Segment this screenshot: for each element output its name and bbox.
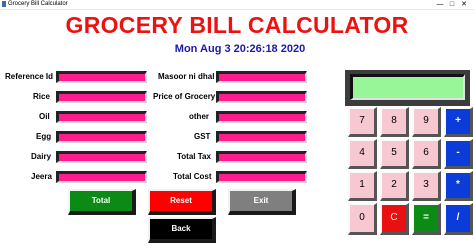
dairy-field[interactable] [56,151,147,163]
app-icon [2,1,6,7]
calculator-display[interactable] [350,74,465,100]
key-plus[interactable]: + [444,107,473,137]
key-9[interactable]: 9 [412,107,441,137]
key-minus[interactable]: - [444,139,473,169]
maximize-icon[interactable]: □ [446,0,458,9]
total-button[interactable]: Total [68,189,136,215]
masoor-dhal-field[interactable] [216,71,307,83]
window-title: Grocery Bill Calculator [8,1,68,7]
jeera-label: Jeera [31,172,52,181]
egg-field[interactable] [56,131,147,143]
price-of-grocery-label: Price of Grocery [153,92,216,101]
reset-button[interactable]: Reset [148,189,216,215]
key-8[interactable]: 8 [380,107,409,137]
back-button[interactable]: Back [148,217,216,243]
dairy-label: Dairy [31,152,52,161]
key-7[interactable]: 7 [348,107,377,137]
other-field[interactable] [216,111,307,123]
key-5[interactable]: 5 [380,139,409,169]
key-2[interactable]: 2 [380,171,409,201]
rice-label: Rice [33,92,50,101]
datetime-label: Mon Aug 3 20:26:18 2020 [174,43,306,55]
rice-field[interactable] [56,91,147,103]
key-clear[interactable]: C [380,203,409,235]
window-controls: — □ ✕ [434,0,470,9]
total-tax-label: Total Tax [177,152,211,161]
key-multiply[interactable]: * [444,171,473,201]
masoor-dhal-label: Masoor ni dhal [158,72,215,81]
key-divide[interactable]: / [444,203,473,235]
gst-label: GST [194,132,211,141]
oil-label: Oil [39,112,50,121]
other-label: other [189,112,209,121]
exit-button[interactable]: Exit [228,189,296,215]
jeera-field[interactable] [56,171,147,183]
oil-field[interactable] [56,111,147,123]
reference-id-field[interactable] [56,71,147,83]
page-title: GROCERY BILL CALCULATOR [65,12,409,38]
key-1[interactable]: 1 [348,171,377,201]
close-icon[interactable]: ✕ [458,0,470,9]
egg-label: Egg [36,132,52,141]
total-cost-field[interactable] [216,171,307,183]
total-cost-label: Total Cost [173,172,212,181]
window-titlebar: Grocery Bill Calculator — □ ✕ [0,0,474,10]
price-of-grocery-field[interactable] [216,91,307,103]
key-3[interactable]: 3 [412,171,441,201]
gst-field[interactable] [216,131,307,143]
key-0[interactable]: 0 [348,203,377,235]
minimize-icon[interactable]: — [434,0,446,9]
key-6[interactable]: 6 [412,139,441,169]
reference-id-label: Reference Id [5,72,54,81]
total-tax-field[interactable] [216,151,307,163]
key-equals[interactable]: = [412,203,441,235]
key-4[interactable]: 4 [348,139,377,169]
